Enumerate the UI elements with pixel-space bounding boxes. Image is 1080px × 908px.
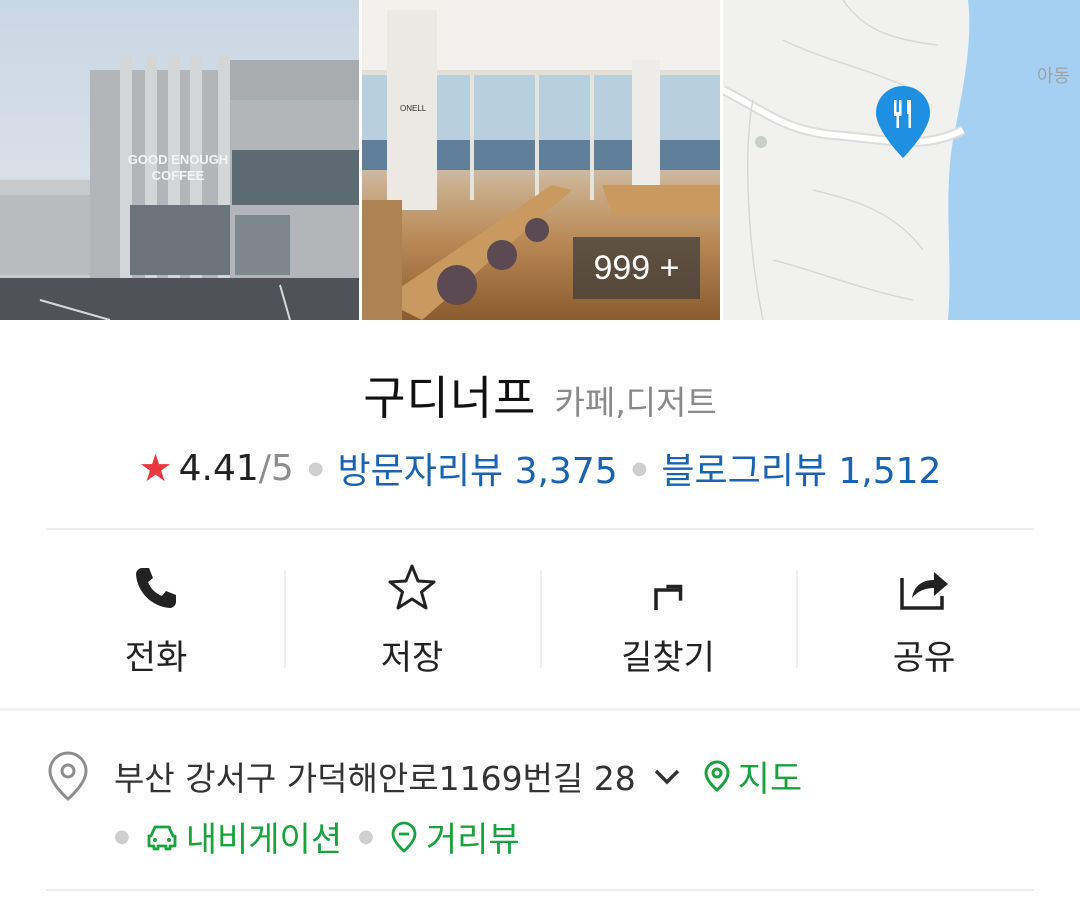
photo-building-exterior[interactable]: GOOD ENOUGH COFFEE [0, 0, 359, 320]
streetview-link-label: 거리뷰 [425, 820, 520, 860]
map-illustration [723, 0, 1080, 320]
separator-dot: ● [114, 826, 130, 847]
star-filled-icon: ★ [138, 446, 173, 490]
mini-map[interactable]: 아동 [723, 0, 1080, 320]
place-title-row: 구디너프 카페,디저트 [0, 362, 1080, 428]
separator-dot: ● [358, 826, 374, 847]
save-label: 저장 [380, 638, 444, 678]
directions-icon [638, 558, 698, 618]
car-icon [147, 825, 177, 850]
share-label: 공유 [892, 638, 956, 678]
building-sign: GOOD ENOUGH COFFEE [127, 152, 229, 183]
rating-score: 4.41 [178, 447, 259, 489]
more-photos-badge[interactable]: 999 + [573, 237, 700, 299]
map-place-label: 아동 [1037, 66, 1071, 87]
separator-dot: ● [631, 457, 648, 479]
map-link-label: 지도 [737, 759, 803, 800]
call-button[interactable]: 전화 [28, 548, 284, 688]
divider [46, 528, 1034, 530]
location-pin-icon [48, 751, 88, 801]
visitor-reviews-link[interactable]: 방문자리뷰 3,375 [338, 442, 618, 494]
share-button[interactable]: 공유 [796, 548, 1052, 688]
call-label: 전화 [124, 638, 188, 678]
interior-sign: ONELL [400, 104, 427, 113]
rating-max: /5 [258, 447, 294, 489]
address-row: 부산 강서구 가덕해안로1169번길 28 지도 [46, 750, 1046, 802]
chevron-down-icon[interactable] [650, 759, 684, 793]
address-sub-links: ● 내비게이션 ● 거리뷰 [114, 812, 520, 861]
restaurant-map-pin-icon[interactable] [874, 84, 932, 160]
map-pin-icon [704, 760, 730, 792]
address-text: 부산 강서구 가덕해안로1169번길 28 [114, 759, 636, 798]
directions-label: 길찾기 [621, 638, 715, 678]
separator-dot: ● [307, 457, 324, 479]
rating-row: ★ 4.41 /5 ● 방문자리뷰 3,375 ● 블로그리뷰 1,512 [0, 442, 1080, 494]
place-name: 구디너프 [363, 371, 537, 425]
directions-button[interactable]: 길찾기 [540, 548, 796, 688]
streetview-pin-icon [391, 821, 417, 853]
section-divider [0, 708, 1080, 711]
streetview-link[interactable]: 거리뷰 [390, 812, 520, 861]
save-button[interactable]: 저장 [284, 548, 540, 688]
share-icon [894, 558, 954, 618]
photo-cafe-interior[interactable]: ONELL 999 + [362, 0, 720, 320]
navigation-link-label: 내비게이션 [185, 820, 343, 860]
action-bar: 전화 저장 길찾기 공유 [28, 548, 1052, 688]
blog-reviews-link[interactable]: 블로그리뷰 1,512 [661, 442, 941, 494]
phone-icon [126, 558, 186, 618]
navigation-link[interactable]: 내비게이션 [146, 812, 342, 861]
divider [46, 889, 1034, 891]
star-outline-icon [382, 558, 442, 618]
map-link[interactable]: 지도 [704, 751, 802, 802]
photo-strip: GOOD ENOUGH COFFEE ONELL 999 + 아동 [0, 0, 1080, 320]
place-category: 카페,디저트 [554, 383, 717, 422]
